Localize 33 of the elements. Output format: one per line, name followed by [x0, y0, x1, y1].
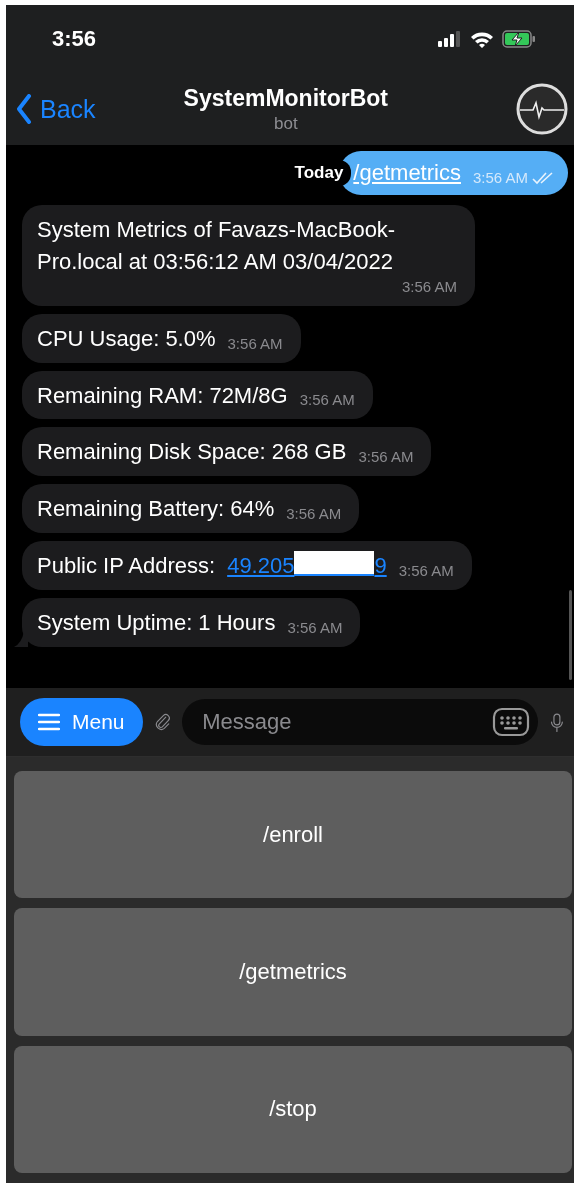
signal-icon — [438, 31, 462, 47]
scrollbar[interactable] — [569, 590, 572, 680]
message-time: 3:56 AM — [401, 277, 457, 297]
message-time: 3:56 AM — [287, 619, 343, 638]
chat-title: SystemMonitorBot — [183, 84, 388, 112]
menu-icon — [38, 713, 60, 731]
message-text: System Metrics of Favazs-MacBook-Pro.local at 03:56:12 AM 03/04/2022 — [37, 215, 397, 276]
command-link[interactable]: /getmetrics — [353, 157, 461, 189]
chevron-left-icon — [16, 94, 32, 124]
message-text: Remaining RAM: 72M/8G — [37, 381, 288, 410]
message-text: Remaining Battery: 64% — [37, 495, 275, 524]
command-button[interactable]: /enroll — [14, 771, 572, 899]
back-button[interactable]: Back — [16, 94, 96, 124]
keyboard-icon[interactable] — [492, 707, 531, 737]
message-time: 3:56 AM — [299, 391, 355, 411]
clock-time: 3:56 — [52, 26, 98, 52]
message-text: Remaining Disk Space: 268 GB — [37, 438, 347, 467]
command-button[interactable]: /stop — [14, 1045, 572, 1173]
message-time: 3:56 AM — [358, 448, 414, 468]
message-time: 3:56 AM — [472, 168, 528, 187]
menu-button[interactable]: Menu — [20, 698, 143, 746]
chat-subtitle: bot — [273, 113, 298, 134]
command-button[interactable]: /getmetrics — [14, 908, 572, 1036]
message-text: Public IP Address: — [37, 552, 216, 581]
message-input[interactable]: Message — [200, 708, 493, 736]
message-text: CPU Usage: 5.0% — [37, 324, 216, 353]
avatar-icon[interactable] — [516, 83, 568, 135]
message-field[interactable]: Message — [182, 699, 539, 745]
message-time: 3:56 AM — [286, 505, 342, 525]
message-time: 3:56 AM — [227, 334, 283, 354]
wifi-icon — [470, 30, 494, 48]
message-time: 3:56 AM — [398, 562, 454, 582]
message-text: System Uptime: 1 Hours — [37, 609, 276, 638]
